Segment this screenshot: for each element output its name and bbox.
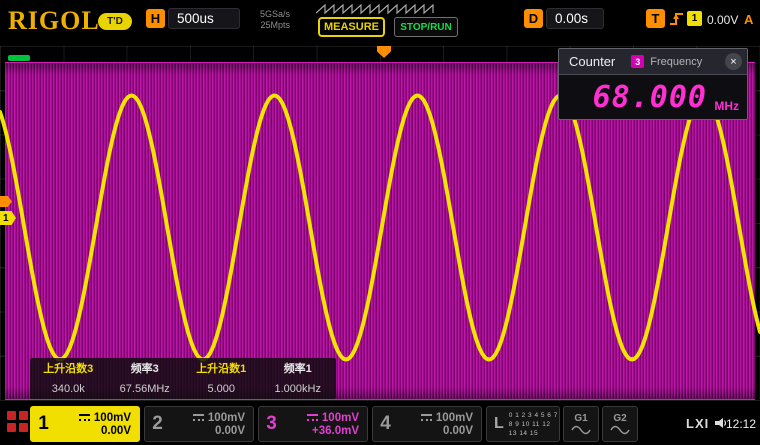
channel1-box[interactable]: 1 100mV 0.00V <box>30 406 140 442</box>
sine-wave-icon <box>610 425 630 435</box>
top-status-bar: RIGOL T'D H 500us 5GSa/s 25Mpts MEASURE … <box>0 0 760 46</box>
generator-label: G2 <box>613 413 627 424</box>
close-icon: × <box>730 55 737 68</box>
counter-source-badge: 3 <box>631 55 645 68</box>
measurement-value: 5.000 <box>207 382 236 395</box>
bottom-status-bar: 1 100mV 0.00V 2 100mV 0.00V 3 100mV +36.… <box>0 400 760 445</box>
channel3-box[interactable]: 3 100mV +36.0mV <box>258 406 368 442</box>
dc-coupling-icon <box>192 414 204 421</box>
counter-header: Counter 3 Frequency × <box>559 49 747 75</box>
memory-depth: 25Mpts <box>260 20 290 30</box>
green-indicator-bar <box>8 55 30 61</box>
trigger-source-badge[interactable]: 1 <box>687 11 702 26</box>
lxi-label: LXI <box>686 416 710 431</box>
horizontal-label: H <box>146 9 165 28</box>
measurement-value: 1.000kHz <box>274 382 321 395</box>
menu-grid-icon[interactable] <box>7 411 28 432</box>
digital-label: L <box>494 415 504 432</box>
channel-offset: 0.00V <box>442 424 473 437</box>
rigol-logo: RIGOL <box>8 6 100 35</box>
channel2-box[interactable]: 2 100mV 0.00V <box>144 406 254 442</box>
stop-run-button[interactable]: STOP/RUN <box>394 17 458 37</box>
acquisition-rates: 5GSa/s 25Mpts <box>242 9 290 31</box>
generator2-box[interactable]: G2 <box>602 406 638 442</box>
channel-number: 3 <box>266 413 277 434</box>
waveform-memory-zigzag-icon <box>316 4 434 15</box>
sine-wave-icon <box>571 425 591 435</box>
waveform-display: 1 Counter 3 Frequency × 68.000 MHz 上升沿数3… <box>0 46 760 400</box>
channel-offset: 0.00V <box>100 424 131 437</box>
generator-label: G1 <box>574 413 588 424</box>
dc-coupling-icon <box>78 414 90 421</box>
digital-row1: 0 1 2 3 4 5 6 7 <box>508 411 558 419</box>
measure-button[interactable]: MEASURE <box>318 17 385 37</box>
channel-scale: 100mV <box>435 411 473 424</box>
measurement-label: 上升沿数1 <box>196 363 247 376</box>
channel-offset: +36.0mV <box>312 424 359 437</box>
channel-scale: 100mV <box>321 411 359 424</box>
trigger-level-value[interactable]: 0.00V <box>707 13 738 27</box>
counter-panel: Counter 3 Frequency × 68.000 MHz <box>558 48 748 120</box>
channel-number: 2 <box>152 413 163 434</box>
trigger-position-marker[interactable] <box>377 46 391 58</box>
measurement-label: 频率1 <box>283 363 312 376</box>
counter-mode-label: Frequency <box>650 55 703 68</box>
dc-coupling-icon <box>420 414 432 421</box>
counter-close-button[interactable]: × <box>725 53 742 70</box>
channel-offset: 0.00V <box>214 424 245 437</box>
counter-value: 68.000 <box>592 80 707 115</box>
digital-channels-box[interactable]: L 0 1 2 3 4 5 6 7 8 9 10 11 12 13 14 15 <box>486 406 560 442</box>
clock: 12:12 <box>725 417 756 431</box>
channel-scale: 100mV <box>207 411 245 424</box>
delay-label: D <box>524 9 543 28</box>
measurement-label: 频率3 <box>130 363 159 376</box>
trigger-label: T <box>646 9 665 28</box>
dc-coupling-icon <box>306 414 318 421</box>
counter-body: 68.000 MHz <box>559 75 747 121</box>
digital-row2: 8 9 10 11 12 13 14 15 <box>508 420 551 437</box>
trigger-sweep-mode: A <box>744 12 754 27</box>
horizontal-delay-value[interactable]: 0.00s <box>546 8 604 29</box>
channel-number: 4 <box>380 413 391 434</box>
channel-number: 1 <box>38 413 49 434</box>
measurement-value: 67.56MHz <box>119 382 170 395</box>
measurement-label: 上升沿数3 <box>43 363 94 376</box>
channel-scale: 100mV <box>93 411 131 424</box>
measurement-value: 340.0k <box>51 382 85 395</box>
measurement-overlay: 上升沿数3 频率3 上升沿数1 频率1 340.0k 67.56MHz 5.00… <box>30 358 336 399</box>
rising-edge-icon <box>670 13 683 25</box>
counter-unit: MHz <box>714 99 739 113</box>
trigger-status-badge: T'D <box>98 13 132 30</box>
generator1-box[interactable]: G1 <box>563 406 599 442</box>
timebase-value[interactable]: 500us <box>168 8 240 29</box>
oscilloscope-screen: RIGOL T'D H 500us 5GSa/s 25Mpts MEASURE … <box>0 0 760 445</box>
sample-rate: 5GSa/s <box>259 9 290 19</box>
counter-title: Counter <box>569 54 616 69</box>
channel4-box[interactable]: 4 100mV 0.00V <box>372 406 482 442</box>
